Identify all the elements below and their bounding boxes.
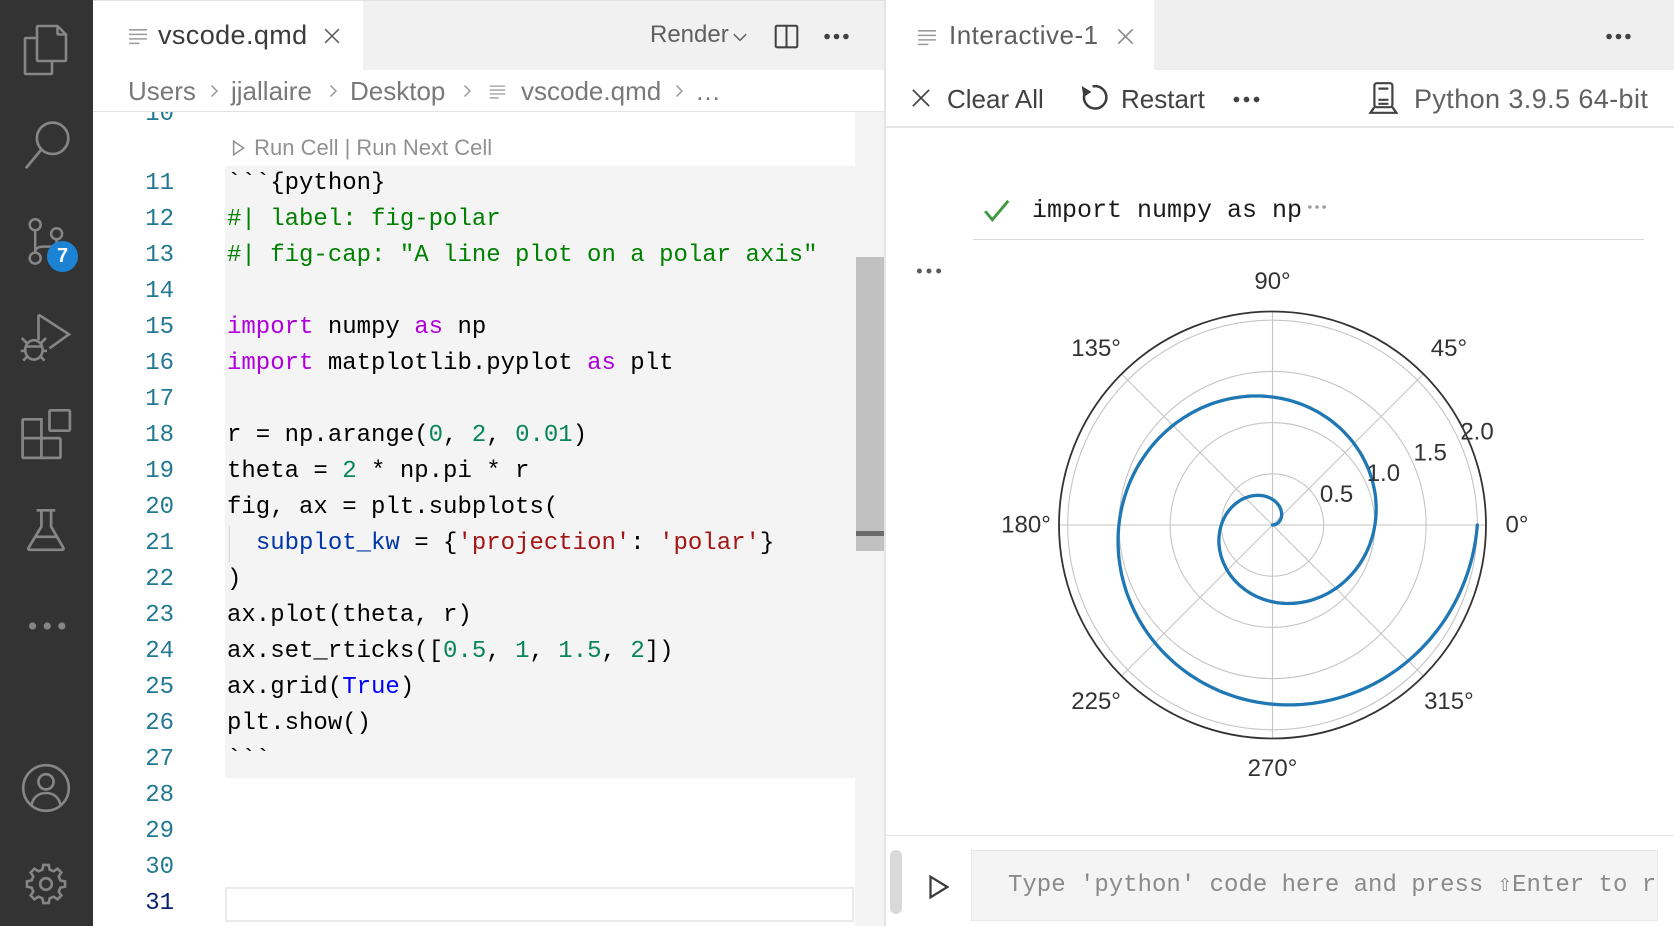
svg-text:180°: 180°: [1001, 512, 1051, 539]
svg-text:90°: 90°: [1254, 268, 1290, 295]
svg-text:2.0: 2.0: [1460, 419, 1493, 446]
svg-text:225°: 225°: [1071, 688, 1121, 715]
svg-text:315°: 315°: [1424, 688, 1474, 715]
svg-text:0°: 0°: [1506, 512, 1529, 539]
svg-text:135°: 135°: [1071, 335, 1121, 362]
svg-text:270°: 270°: [1248, 755, 1298, 782]
svg-text:1.0: 1.0: [1367, 460, 1400, 487]
svg-text:1.5: 1.5: [1414, 439, 1447, 466]
svg-text:45°: 45°: [1431, 335, 1467, 362]
svg-text:0.5: 0.5: [1320, 481, 1353, 508]
